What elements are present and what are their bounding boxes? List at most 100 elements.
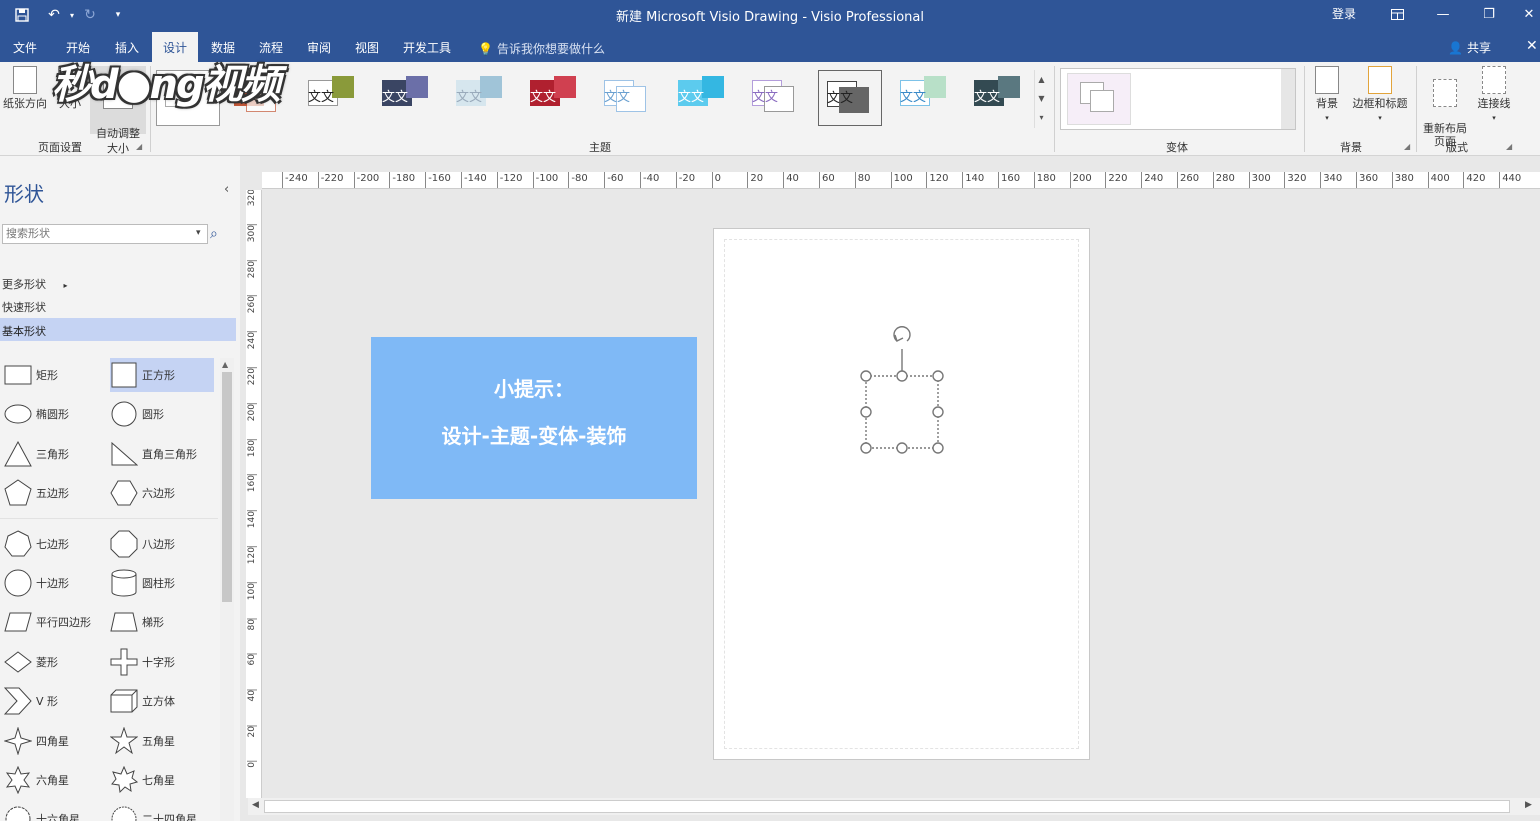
tab-view[interactable]: 视图 — [344, 32, 390, 62]
connectors-label: 连接线 — [1477, 97, 1511, 110]
variants-gallery — [1060, 68, 1296, 130]
theme-4[interactable]: 文文 — [448, 70, 512, 126]
ruler-tick-label: 0 — [247, 760, 257, 768]
shape-4-point-star[interactable]: 四角星 — [4, 724, 108, 758]
selected-shape[interactable] — [854, 325, 950, 461]
ruler-tick-label: 220 — [247, 367, 257, 386]
ruler-tick-label: 200 — [247, 402, 257, 421]
shape-6-point-star[interactable]: 六角星 — [4, 763, 108, 797]
shape-label: 五角星 — [142, 735, 175, 748]
theme-6[interactable]: 文文 — [596, 70, 660, 126]
shape-label: 七边形 — [36, 538, 69, 551]
selection-handles — [860, 370, 944, 454]
shape-search-input[interactable] — [2, 224, 208, 244]
page-setup-launcher-icon[interactable]: ◢ — [136, 142, 142, 151]
share-button[interactable]: 👤 共享 — [1448, 39, 1491, 56]
layout-group-label: 版式 — [1446, 141, 1468, 154]
shapes-scroll-thumb[interactable] — [222, 372, 232, 602]
drawing-canvas[interactable]: 小提示： 设计-主题-变体-装饰 — [262, 190, 1540, 798]
drawing-page[interactable] — [713, 228, 1090, 760]
scroll-left-icon[interactable]: ◀ — [252, 800, 259, 810]
ruler-tick-label: -200 — [353, 172, 379, 188]
theme-11[interactable]: 文文 — [966, 70, 1030, 126]
shape-rectangle[interactable]: 矩形 — [4, 358, 108, 392]
horizontal-scroll-thumb[interactable] — [264, 800, 1510, 813]
ruler-tick-label: 20 — [747, 172, 763, 188]
shape-octagon[interactable]: 八边形 — [110, 527, 214, 561]
sixteen-point-star-icon — [5, 806, 31, 821]
minimize-icon[interactable]: — — [1428, 4, 1458, 24]
close-icon[interactable]: ✕ — [1514, 4, 1540, 24]
theme-9[interactable]: 文文 — [818, 70, 882, 126]
search-icon[interactable]: ⌕ — [210, 226, 218, 242]
shape-cross[interactable]: 十字形 — [110, 645, 214, 679]
background-button[interactable]: 背景 ▾ — [1310, 66, 1344, 126]
orientation-button[interactable]: 纸张方向 — [2, 66, 48, 111]
theme-7[interactable]: 文文 — [670, 70, 734, 126]
scroll-right-icon[interactable]: ▶ — [1525, 800, 1532, 810]
shape-hexagon[interactable]: 六边形 — [110, 476, 214, 510]
shape-diamond[interactable]: 菱形 — [4, 645, 108, 679]
theme-gallery-scroller[interactable]: ▲ ▼ ▾ — [1034, 70, 1048, 128]
shape-cube[interactable]: 立方体 — [110, 684, 214, 718]
shape-heptagon[interactable]: 七边形 — [4, 527, 108, 561]
tell-me-box[interactable]: 💡 告诉我你想要做什么 — [478, 40, 605, 57]
tab-review[interactable]: 审阅 — [296, 32, 342, 62]
relayout-button[interactable]: 重新布局 页面 — [1420, 66, 1470, 148]
variants-scroller[interactable] — [1281, 69, 1295, 129]
ruler-tick-label: 0 — [711, 172, 721, 188]
shape-label: 椭圆形 — [36, 408, 69, 421]
tab-file[interactable]: 文件 — [2, 32, 48, 62]
scroll-up-icon[interactable]: ▲ — [222, 360, 228, 369]
connectors-button[interactable]: 连接线 ▾ — [1472, 66, 1516, 126]
gallery-down-icon[interactable]: ▼ — [1035, 89, 1048, 108]
shape-decagon[interactable]: 十边形 — [4, 566, 108, 600]
theme-4-text: 文文 — [456, 90, 483, 105]
more-shapes-item[interactable]: 更多形状 ▸ — [2, 276, 68, 292]
backgrounds-launcher-icon[interactable]: ◢ — [1404, 142, 1410, 151]
shape-label: 四角星 — [36, 735, 69, 748]
shape-24-point-star[interactable]: 二十四角星 — [110, 802, 214, 821]
collapse-panel-icon[interactable]: ‹ — [224, 182, 229, 197]
theme-3[interactable]: 文文 — [374, 70, 438, 126]
login-link[interactable]: 登录 — [1332, 5, 1356, 22]
square-icon — [111, 362, 137, 388]
shape-7-point-star[interactable]: 七角星 — [110, 763, 214, 797]
ruler-tick-label: -240 — [282, 172, 308, 188]
shape-cylinder[interactable]: 圆柱形 — [110, 566, 214, 600]
shape-chevron[interactable]: V 形 — [4, 684, 108, 718]
heptagon-icon — [4, 530, 32, 557]
shape-circle[interactable]: 圆形 — [110, 397, 214, 431]
restore-icon[interactable]: ❐ — [1474, 4, 1504, 24]
shape-16-point-star[interactable]: 十六角星 — [4, 802, 108, 821]
connectors-icon — [1482, 66, 1506, 94]
theme-8[interactable]: 文文 — [744, 70, 808, 126]
pentagon-icon — [4, 479, 32, 506]
tab-developer[interactable]: 开发工具 — [392, 32, 462, 62]
shape-ellipse[interactable]: 椭圆形 — [4, 397, 108, 431]
theme-9-text: 文文 — [827, 91, 854, 106]
theme-5[interactable]: 文文 — [522, 70, 586, 126]
borders-titles-button[interactable]: 边框和标题 ▾ — [1348, 66, 1412, 126]
layout-launcher-icon[interactable]: ◢ — [1506, 142, 1512, 151]
basic-shapes-stencil[interactable]: 基本形状 — [0, 318, 236, 341]
shape-square[interactable]: 正方形 — [110, 358, 214, 392]
search-dropdown-icon[interactable]: ▾ — [196, 228, 201, 238]
theme-2[interactable]: 文文 — [300, 70, 364, 126]
shape-5-point-star[interactable]: 五角星 — [110, 724, 214, 758]
shape-right-triangle[interactable]: 直角三角形 — [110, 437, 214, 471]
shape-label: 六边形 — [142, 487, 175, 500]
ruler-tick-label: 40 — [783, 172, 799, 188]
triangle-icon — [4, 441, 32, 467]
shape-parallelogram[interactable]: 平行四边形 — [4, 605, 108, 639]
shape-triangle[interactable]: 三角形 — [4, 437, 108, 471]
gallery-up-icon[interactable]: ▲ — [1035, 70, 1048, 89]
ribbon-display-options-icon[interactable] — [1382, 4, 1412, 24]
quick-shapes-item[interactable]: 快速形状 — [2, 299, 46, 315]
collapse-ribbon-icon[interactable]: ✕ — [1526, 38, 1538, 54]
shape-trapezoid[interactable]: 梯形 — [110, 605, 214, 639]
theme-10[interactable]: 文文 — [892, 70, 956, 126]
variant-1[interactable] — [1067, 73, 1131, 125]
gallery-more-icon[interactable]: ▾ — [1035, 108, 1048, 127]
shape-pentagon[interactable]: 五边形 — [4, 476, 108, 510]
